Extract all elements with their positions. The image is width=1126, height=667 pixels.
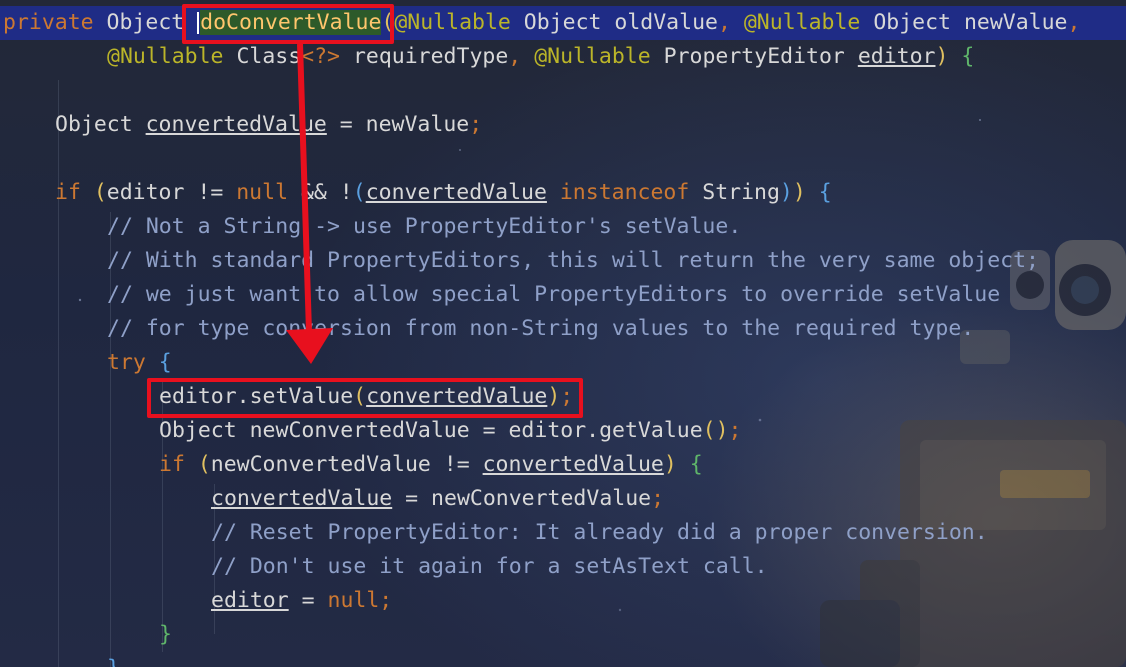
code-editor[interactable]: private Object doConvertValue(@Nullable … [0,0,1126,667]
annotation-arrow [286,43,333,364]
